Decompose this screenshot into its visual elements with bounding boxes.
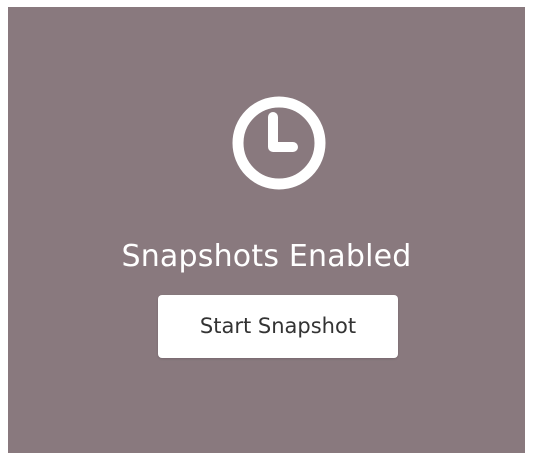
clock-icon: [229, 93, 329, 193]
start-snapshot-button[interactable]: Start Snapshot: [158, 295, 398, 358]
snapshot-frame: Snapshots Enabled Start Snapshot: [0, 0, 533, 454]
snapshot-panel: Snapshots Enabled Start Snapshot: [8, 7, 525, 453]
snapshots-status-title: Snapshots Enabled: [121, 239, 412, 274]
